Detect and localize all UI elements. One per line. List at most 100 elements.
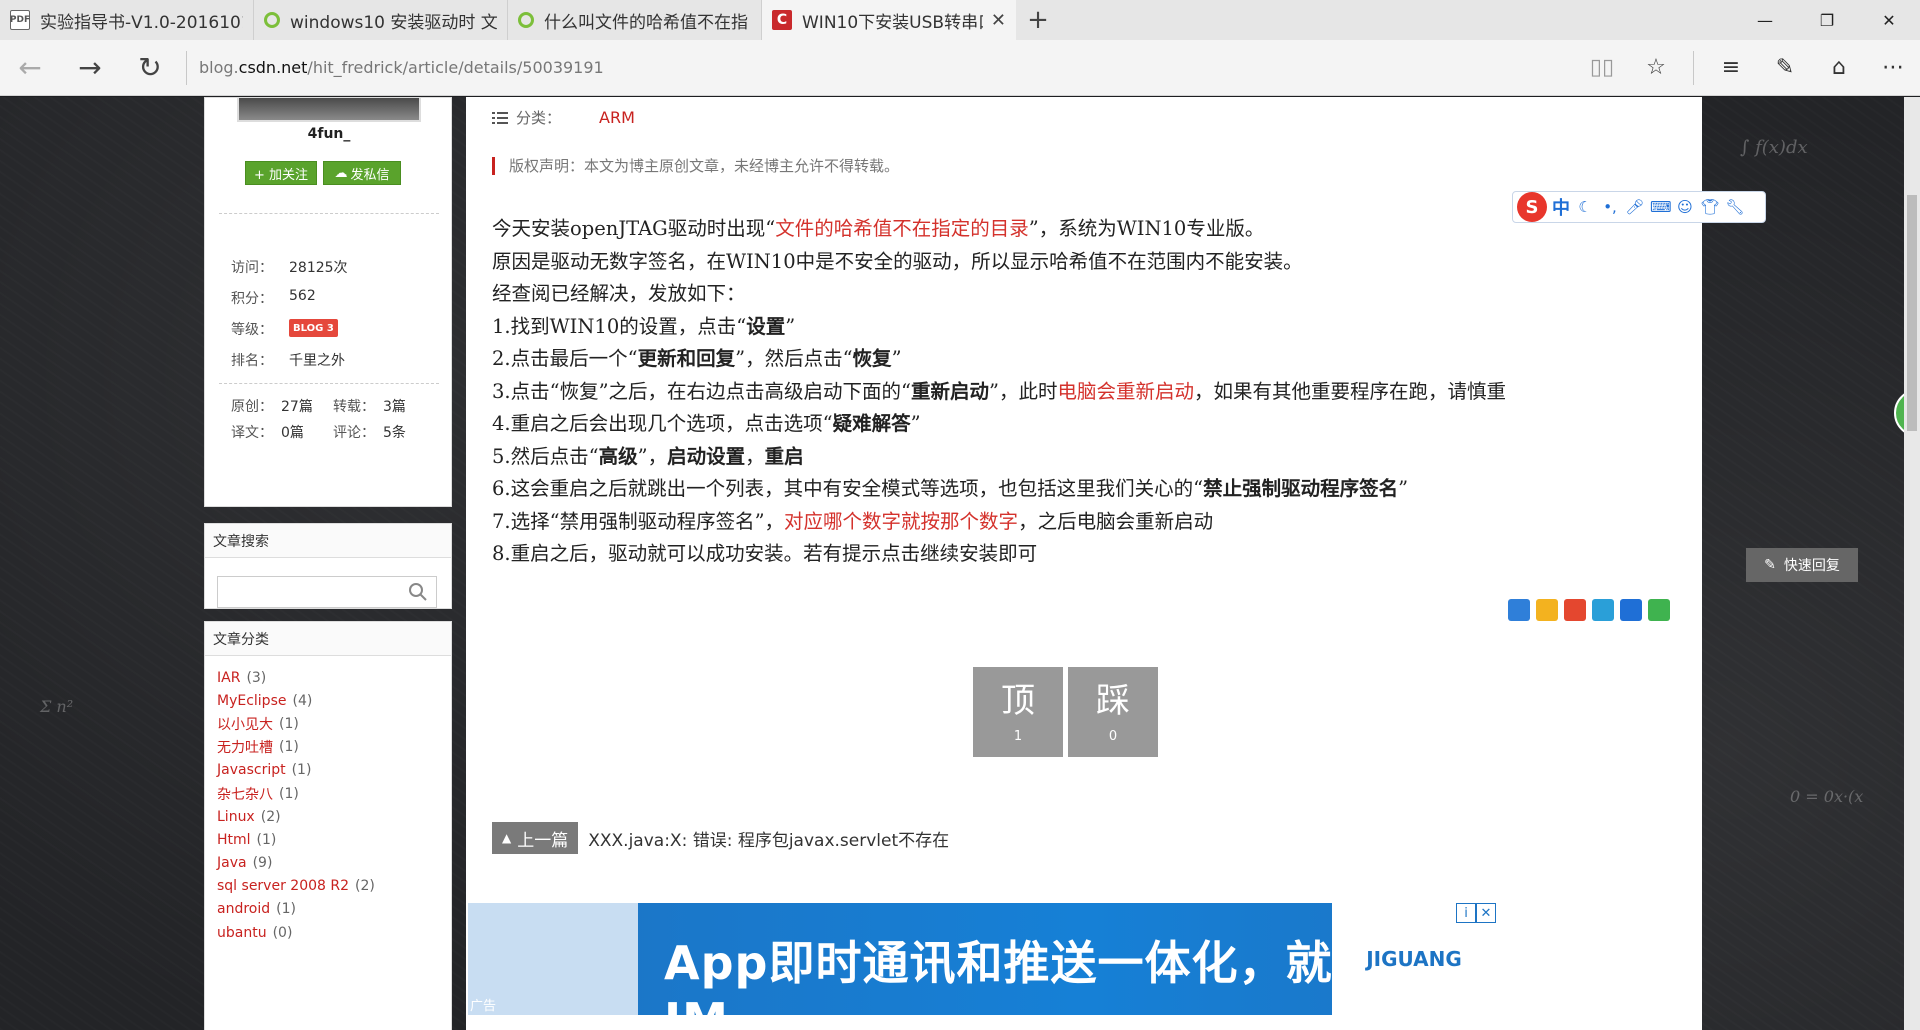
stat-label: 排名：	[231, 353, 273, 369]
share-more-icon[interactable]	[1508, 599, 1530, 621]
category-item: 以小见大 (1)	[217, 712, 451, 735]
back-button[interactable]: ←	[0, 40, 60, 96]
category-link[interactable]: IAR	[217, 670, 240, 686]
category-link[interactable]: Java	[217, 855, 247, 871]
tab-4-active[interactable]: C WIN10下安装USB转串口 ✕	[762, 0, 1016, 40]
more-icon[interactable]: ⋯	[1866, 40, 1920, 96]
background-decoration: Σ n²	[40, 697, 74, 716]
hub-icon[interactable]: ≡	[1704, 40, 1758, 96]
category-link[interactable]: sql server 2008 R2	[217, 878, 349, 894]
ad-close-icon[interactable]: ✕	[1476, 903, 1496, 923]
bold-text: 设置	[746, 314, 786, 338]
vertical-scrollbar[interactable]	[1904, 97, 1920, 1030]
user-icon[interactable]: ☺	[1675, 198, 1695, 216]
ad-banner[interactable]: App即时通讯和推送一体化，就选极光IM JIGUANG 广告 i ✕	[468, 903, 1496, 1015]
new-tab-button[interactable]: +	[1016, 0, 1060, 40]
category-item: MyEclipse (4)	[217, 689, 451, 712]
shirt-icon[interactable]: 👕︎	[1700, 198, 1720, 216]
category-link[interactable]: 无力吐槽	[217, 737, 273, 757]
article-search-box: 文章搜索	[204, 523, 452, 609]
bold-text: 疑难解答	[832, 412, 911, 435]
category-count: (2)	[260, 808, 281, 825]
category-link[interactable]: Html	[217, 832, 251, 848]
copyright-notice: 版权声明：本文为博主原创文章，未经博主允许不得转载。	[492, 157, 899, 175]
text: 5.然后点击“	[492, 444, 599, 468]
quick-reply-button[interactable]: ✎ 快速回复	[1746, 548, 1858, 582]
punctuation-icon[interactable]: •,	[1600, 198, 1620, 216]
ad-controls: i ✕	[1456, 903, 1496, 923]
ime-toolbar[interactable]: S 中 ☾ •, 🎤︎ ⌨ ☺ 👕︎ 🔧︎	[1512, 191, 1766, 223]
stat-value: 28125次	[289, 260, 348, 276]
text: ”	[891, 347, 902, 370]
forward-button[interactable]: →	[60, 40, 120, 96]
content-line: 1.找到WIN10的设置，点击“设置”	[492, 311, 1506, 344]
category-link[interactable]: android	[217, 901, 270, 917]
share-icon[interactable]: ⌂	[1812, 40, 1866, 96]
divider	[219, 213, 439, 214]
avatar[interactable]	[237, 98, 421, 122]
csdn-icon: C	[772, 10, 792, 30]
microphone-icon[interactable]: 🎤︎	[1625, 198, 1645, 216]
category-item: IAR (3)	[217, 666, 451, 689]
share-wechat-icon[interactable]	[1648, 599, 1670, 621]
search-icon[interactable]	[408, 582, 428, 602]
ad-info-icon[interactable]: i	[1456, 903, 1476, 923]
category-link[interactable]: ubantu	[217, 925, 267, 941]
previous-article-link[interactable]: XXX.java:X: 错误: 程序包javax.servlet不存在	[588, 826, 949, 851]
minimize-icon[interactable]: —	[1734, 0, 1796, 40]
category-link-arm[interactable]: ARM	[599, 108, 635, 127]
content-line: 3.点击“恢复”之后，在右边点击高级启动下面的“重新启动”，此时电脑会重新启动，…	[492, 376, 1506, 409]
wrench-icon[interactable]: 🔧︎	[1725, 198, 1745, 216]
close-tab-icon[interactable]: ✕	[991, 10, 1006, 31]
tab-title: windows10 安装驱动时 文件	[290, 12, 497, 33]
share-tencent-icon[interactable]	[1592, 599, 1614, 621]
favorite-star-icon[interactable]: ☆	[1629, 40, 1683, 96]
refresh-button[interactable]: ↻	[120, 40, 180, 96]
category-title: 文章分类	[205, 622, 451, 656]
category-link[interactable]: Javascript	[217, 762, 286, 778]
count-label: 译文：	[231, 425, 273, 441]
share-qzone-icon[interactable]	[1536, 599, 1558, 621]
text: ”	[785, 314, 796, 338]
close-window-icon[interactable]: ✕	[1858, 0, 1920, 40]
address-divider	[186, 50, 187, 85]
follow-button[interactable]: + 加关注	[245, 161, 317, 185]
ime-mode[interactable]: 中	[1552, 194, 1570, 220]
article-category: 分类： ARM	[492, 107, 635, 128]
username[interactable]: 4fun_	[205, 126, 453, 142]
previous-article-button[interactable]: ▲ 上一篇	[492, 822, 579, 854]
category-count: (1)	[279, 739, 299, 756]
tab-1[interactable]: PDF 实验指导书-V1.0-20161016.	[0, 0, 254, 40]
share-renren-icon[interactable]	[1620, 599, 1642, 621]
text: 2.点击最后一个“	[492, 347, 638, 370]
category-item: ubantu (0)	[217, 921, 451, 944]
text: ”，系统为WIN10专业版。	[1028, 217, 1265, 240]
url-field[interactable]: blog.csdn.net/hit_fredrick/article/detai…	[199, 58, 1575, 77]
search-input[interactable]	[217, 576, 437, 608]
category-link[interactable]: MyEclipse	[217, 693, 286, 709]
highlight-text: 对应哪个数字就按那个数字	[784, 509, 1019, 533]
quick-reply-label: 快速回复	[1783, 558, 1840, 574]
message-button[interactable]: ☁ 发私信	[323, 161, 401, 185]
window-controls: — ❐ ✕	[1734, 0, 1920, 40]
vote-up-button[interactable]: 顶 1	[973, 667, 1063, 757]
category-link[interactable]: 以小见大	[217, 714, 273, 734]
tab-bar: PDF 实验指导书-V1.0-20161016. windows10 安装驱动时…	[0, 0, 1920, 40]
vote-down-button[interactable]: 踩 0	[1068, 667, 1158, 757]
moon-icon[interactable]: ☾	[1575, 198, 1595, 216]
restore-icon[interactable]: ❐	[1796, 0, 1858, 40]
tab-3[interactable]: 什么叫文件的哈希值不在指	[508, 0, 762, 40]
article-content: 今天安装openJTAG驱动时出现“文件的哈希值不在指定的目录”，系统为WIN1…	[492, 213, 1506, 571]
reading-view-icon[interactable]: ▯▯	[1575, 40, 1629, 96]
category-link[interactable]: Linux	[217, 809, 255, 825]
content-line: 经查阅已经解决，发放如下：	[492, 282, 746, 305]
category-count: (3)	[246, 669, 267, 686]
share-buttons	[1508, 599, 1670, 621]
bold-text: 启动设置	[667, 444, 746, 468]
keyboard-icon[interactable]: ⌨	[1650, 198, 1672, 216]
scrollbar-thumb[interactable]	[1907, 195, 1917, 431]
tab-2[interactable]: windows10 安装驱动时 文件	[254, 0, 508, 40]
share-weibo-icon[interactable]	[1564, 599, 1586, 621]
web-note-icon[interactable]: ✎	[1758, 40, 1812, 96]
category-link[interactable]: 杂七杂八	[217, 784, 273, 804]
